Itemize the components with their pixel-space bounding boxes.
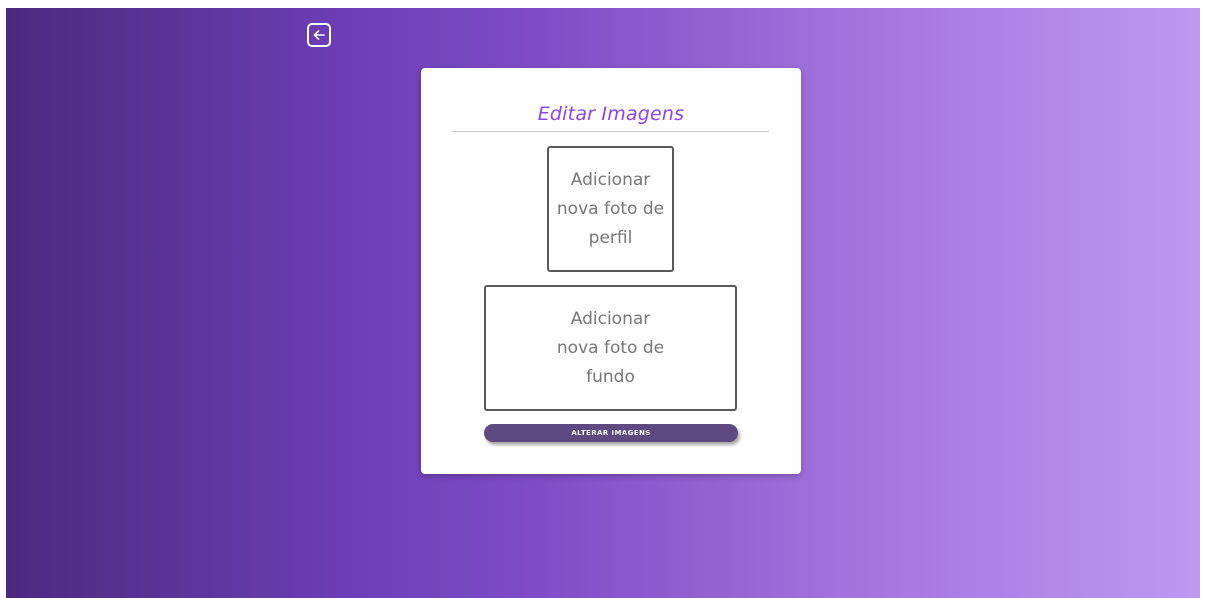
edit-images-card: Editar Imagens Adicionar nova foto de pe… <box>421 68 801 474</box>
back-button[interactable] <box>307 23 331 47</box>
profile-photo-upload[interactable]: Adicionar nova foto de perfil <box>547 146 674 272</box>
background-photo-upload-label: Adicionar nova foto de fundo <box>556 308 665 387</box>
title-divider <box>452 131 769 132</box>
profile-photo-upload-label: Adicionar nova foto de perfil <box>556 169 665 248</box>
change-images-button[interactable]: ALTERAR IMAGENS <box>484 424 738 442</box>
page-background: Editar Imagens Adicionar nova foto de pe… <box>6 8 1200 598</box>
background-photo-upload[interactable]: Adicionar nova foto de fundo <box>484 285 737 411</box>
arrow-left-icon <box>311 27 327 43</box>
card-title: Editar Imagens <box>537 103 685 125</box>
